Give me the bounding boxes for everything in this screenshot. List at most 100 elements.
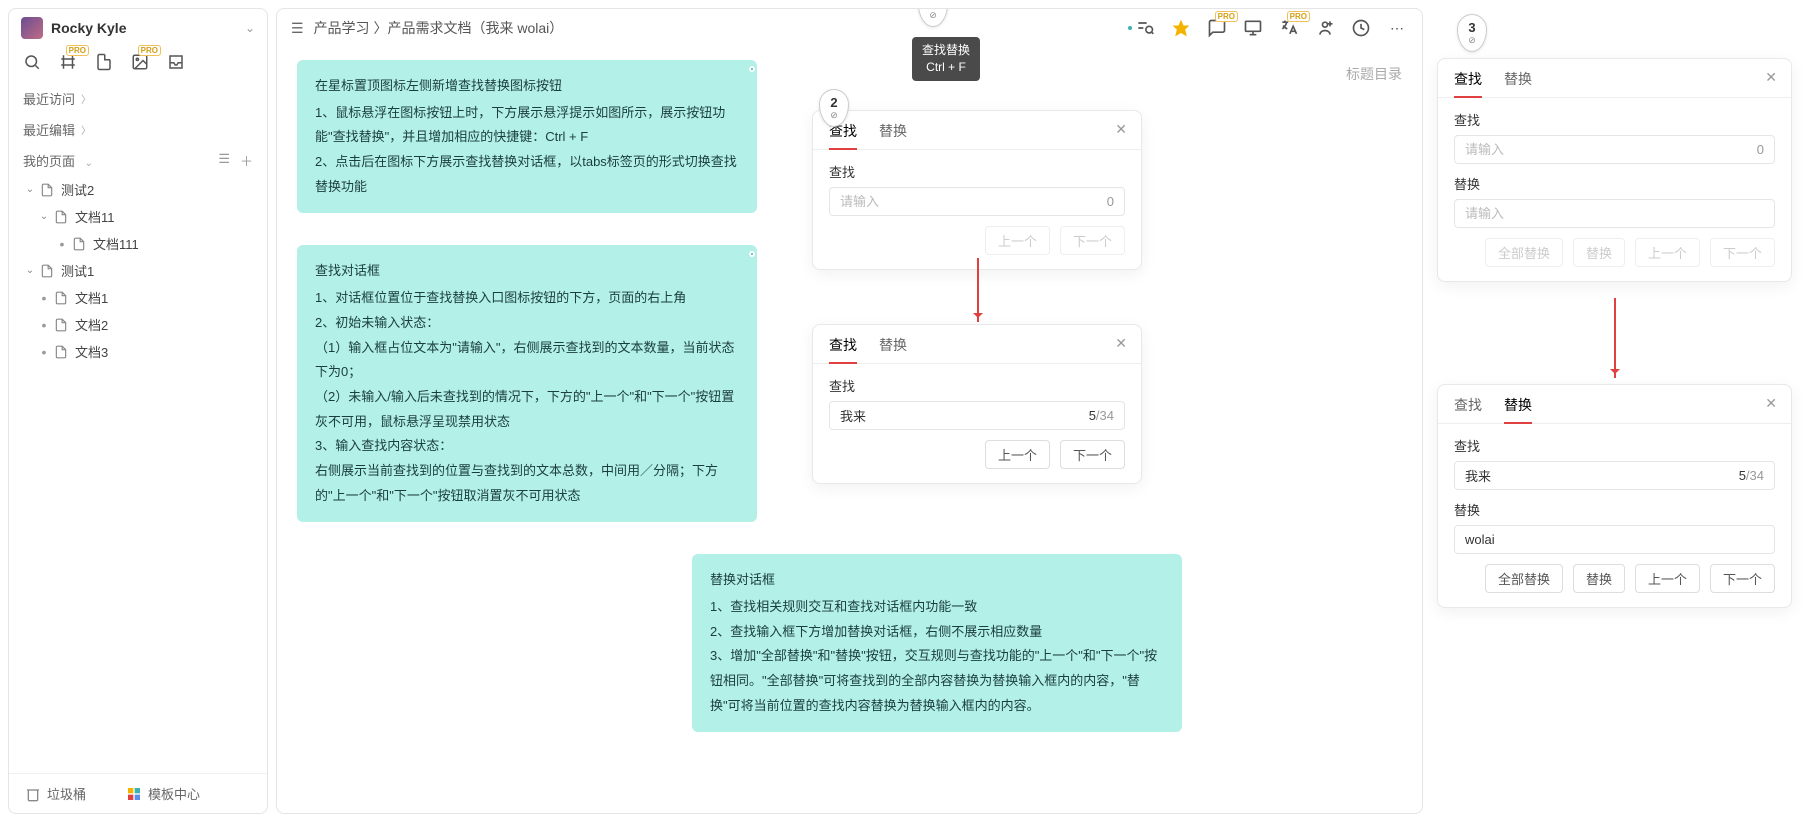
- chevron-down-icon: ⌄: [85, 158, 93, 169]
- next-button[interactable]: 下一个: [1060, 440, 1125, 469]
- close-icon[interactable]: ✕: [1765, 69, 1777, 86]
- avatar: [21, 17, 43, 39]
- connector-dot: [749, 66, 755, 72]
- callout-block: 替换对话框 1、查找相关规则交互和查找对话框内功能一致 2、查找输入框下方增加替…: [692, 554, 1182, 732]
- history-icon[interactable]: [1350, 17, 1372, 39]
- find-input[interactable]: [840, 408, 1089, 423]
- replace-dialog-filled: 查找 替换 ✕ 查找 5/34 替换 全部替换 替换 上一个 下一个: [1437, 384, 1792, 608]
- tree-item[interactable]: •文档111: [15, 230, 261, 257]
- chevron-down-icon: ⌄: [245, 21, 255, 35]
- result-count: 0: [1757, 142, 1764, 157]
- search-icon[interactable]: [21, 51, 43, 73]
- comment-icon[interactable]: PRO: [1206, 17, 1228, 39]
- toggle-icon[interactable]: ⌄: [37, 211, 51, 222]
- tree-item[interactable]: •文档2: [15, 311, 261, 338]
- templates-button[interactable]: 模板中心: [126, 784, 200, 803]
- replace-input[interactable]: [1465, 532, 1764, 547]
- list-icon[interactable]: ☰: [218, 151, 230, 170]
- connector-dot: [749, 251, 755, 257]
- sidebar-footer: 垃圾桶 模板中心: [9, 773, 267, 813]
- prev-button[interactable]: 上一个: [1635, 238, 1700, 267]
- tab-find[interactable]: 查找: [1454, 69, 1482, 97]
- close-icon[interactable]: ✕: [1115, 335, 1127, 352]
- find-dialog-empty: 查找 替换 ✕ 查找 0 上一个 下一个: [812, 110, 1142, 270]
- replace-button[interactable]: 替换: [1573, 564, 1625, 593]
- result-count: 0: [1107, 194, 1114, 209]
- result-count: 5/34: [1089, 408, 1114, 423]
- replace-label: 替换: [1454, 500, 1775, 519]
- arrow-down-icon: [977, 258, 979, 322]
- tree-item[interactable]: •文档3: [15, 338, 261, 365]
- recent-visit[interactable]: 最近访问〉: [9, 83, 267, 114]
- trash-button[interactable]: 垃圾桶: [25, 784, 86, 803]
- find-input[interactable]: [840, 194, 1107, 209]
- result-count: 5/34: [1739, 468, 1764, 483]
- find-input-wrap: 0: [829, 187, 1125, 216]
- image-icon[interactable]: PRO: [129, 51, 151, 73]
- breadcrumb[interactable]: 产品学习 〉产品需求文档（我来 wolai）: [314, 18, 564, 38]
- plus-icon[interactable]: ＋: [240, 151, 253, 170]
- tree-item[interactable]: ⌄文档11: [15, 203, 261, 230]
- replace-label: 替换: [1454, 174, 1775, 193]
- more-icon[interactable]: ⋯: [1386, 17, 1408, 39]
- next-button[interactable]: 下一个: [1710, 238, 1775, 267]
- sidebar-toolbar: PRO PRO: [9, 47, 267, 83]
- close-icon[interactable]: ✕: [1765, 395, 1777, 412]
- find-input-wrap: 5/34: [1454, 461, 1775, 490]
- tree-item[interactable]: •文档1: [15, 284, 261, 311]
- user-name: Rocky Kyle: [51, 20, 245, 36]
- tab-replace[interactable]: 替换: [879, 335, 907, 363]
- find-label: 查找: [1454, 110, 1775, 129]
- replace-button[interactable]: 替换: [1573, 238, 1625, 267]
- toggle-icon[interactable]: ⌄: [23, 184, 37, 195]
- present-icon[interactable]: [1242, 17, 1264, 39]
- replace-input-wrap: [1454, 525, 1775, 554]
- outline-toggle[interactable]: 标题目录: [1346, 64, 1402, 84]
- topbar-actions: PRO PRO ⋯: [1134, 17, 1408, 39]
- tab-find[interactable]: 查找: [1454, 395, 1482, 423]
- page-icon: [53, 317, 69, 333]
- replace-dialog-empty: 查找 替换 ✕ 查找 0 替换 全部替换 替换 上一个 下一个: [1437, 58, 1792, 282]
- chevron-right-icon: 〉: [81, 122, 91, 137]
- my-pages-header[interactable]: 我的页面 ⌄ ☰＋: [9, 145, 267, 176]
- tab-find[interactable]: 查找: [829, 335, 857, 363]
- find-input[interactable]: [1465, 142, 1757, 157]
- toggle-icon[interactable]: ⌄: [23, 265, 37, 276]
- prev-button[interactable]: 上一个: [985, 226, 1050, 255]
- next-button[interactable]: 下一个: [1710, 564, 1775, 593]
- quick-add-icon[interactable]: [93, 51, 115, 73]
- ai-icon[interactable]: PRO: [57, 51, 79, 73]
- bullet-icon: •: [37, 317, 51, 333]
- replace-input[interactable]: [1465, 206, 1764, 221]
- page-icon: [53, 209, 69, 225]
- star-icon[interactable]: [1170, 17, 1192, 39]
- menu-icon[interactable]: ☰: [291, 20, 304, 37]
- bullet-icon: •: [55, 236, 69, 252]
- find-input[interactable]: [1465, 468, 1739, 483]
- replace-all-button[interactable]: 全部替换: [1485, 564, 1563, 593]
- recent-edit[interactable]: 最近编辑〉: [9, 114, 267, 145]
- prev-button[interactable]: 上一个: [1635, 564, 1700, 593]
- workspace-switcher[interactable]: Rocky Kyle ⌄: [9, 9, 267, 47]
- replace-all-button[interactable]: 全部替换: [1485, 238, 1563, 267]
- find-input-wrap: 0: [1454, 135, 1775, 164]
- tree-item[interactable]: ⌄测试2: [15, 176, 261, 203]
- next-button[interactable]: 下一个: [1060, 226, 1125, 255]
- tree-item[interactable]: ⌄测试1: [15, 257, 261, 284]
- callout-block: 在星标置顶图标左侧新增查找替换图标按钮 1、鼠标悬浮在图标按钮上时，下方展示悬浮…: [297, 60, 757, 213]
- inbox-icon[interactable]: [165, 51, 187, 73]
- tab-replace[interactable]: 替换: [1504, 69, 1532, 97]
- topbar: ☰ 产品学习 〉产品需求文档（我来 wolai） PRO PRO ⋯: [277, 9, 1422, 48]
- close-icon[interactable]: ✕: [1115, 121, 1127, 138]
- share-icon[interactable]: [1314, 17, 1336, 39]
- tab-replace[interactable]: 替换: [1504, 395, 1532, 423]
- find-dialog-filled: 查找 替换 ✕ 查找 5/34 上一个 下一个: [812, 324, 1142, 484]
- find-replace-icon[interactable]: [1134, 17, 1156, 39]
- arrow-down-icon: [1614, 298, 1616, 378]
- main-panel: ☰ 产品学习 〉产品需求文档（我来 wolai） PRO PRO ⋯ 标题目录 …: [276, 8, 1423, 814]
- translate-icon[interactable]: PRO: [1278, 17, 1300, 39]
- tab-replace[interactable]: 替换: [879, 121, 907, 149]
- prev-button[interactable]: 上一个: [985, 440, 1050, 469]
- find-label: 查找: [829, 162, 1125, 181]
- page-icon: [53, 344, 69, 360]
